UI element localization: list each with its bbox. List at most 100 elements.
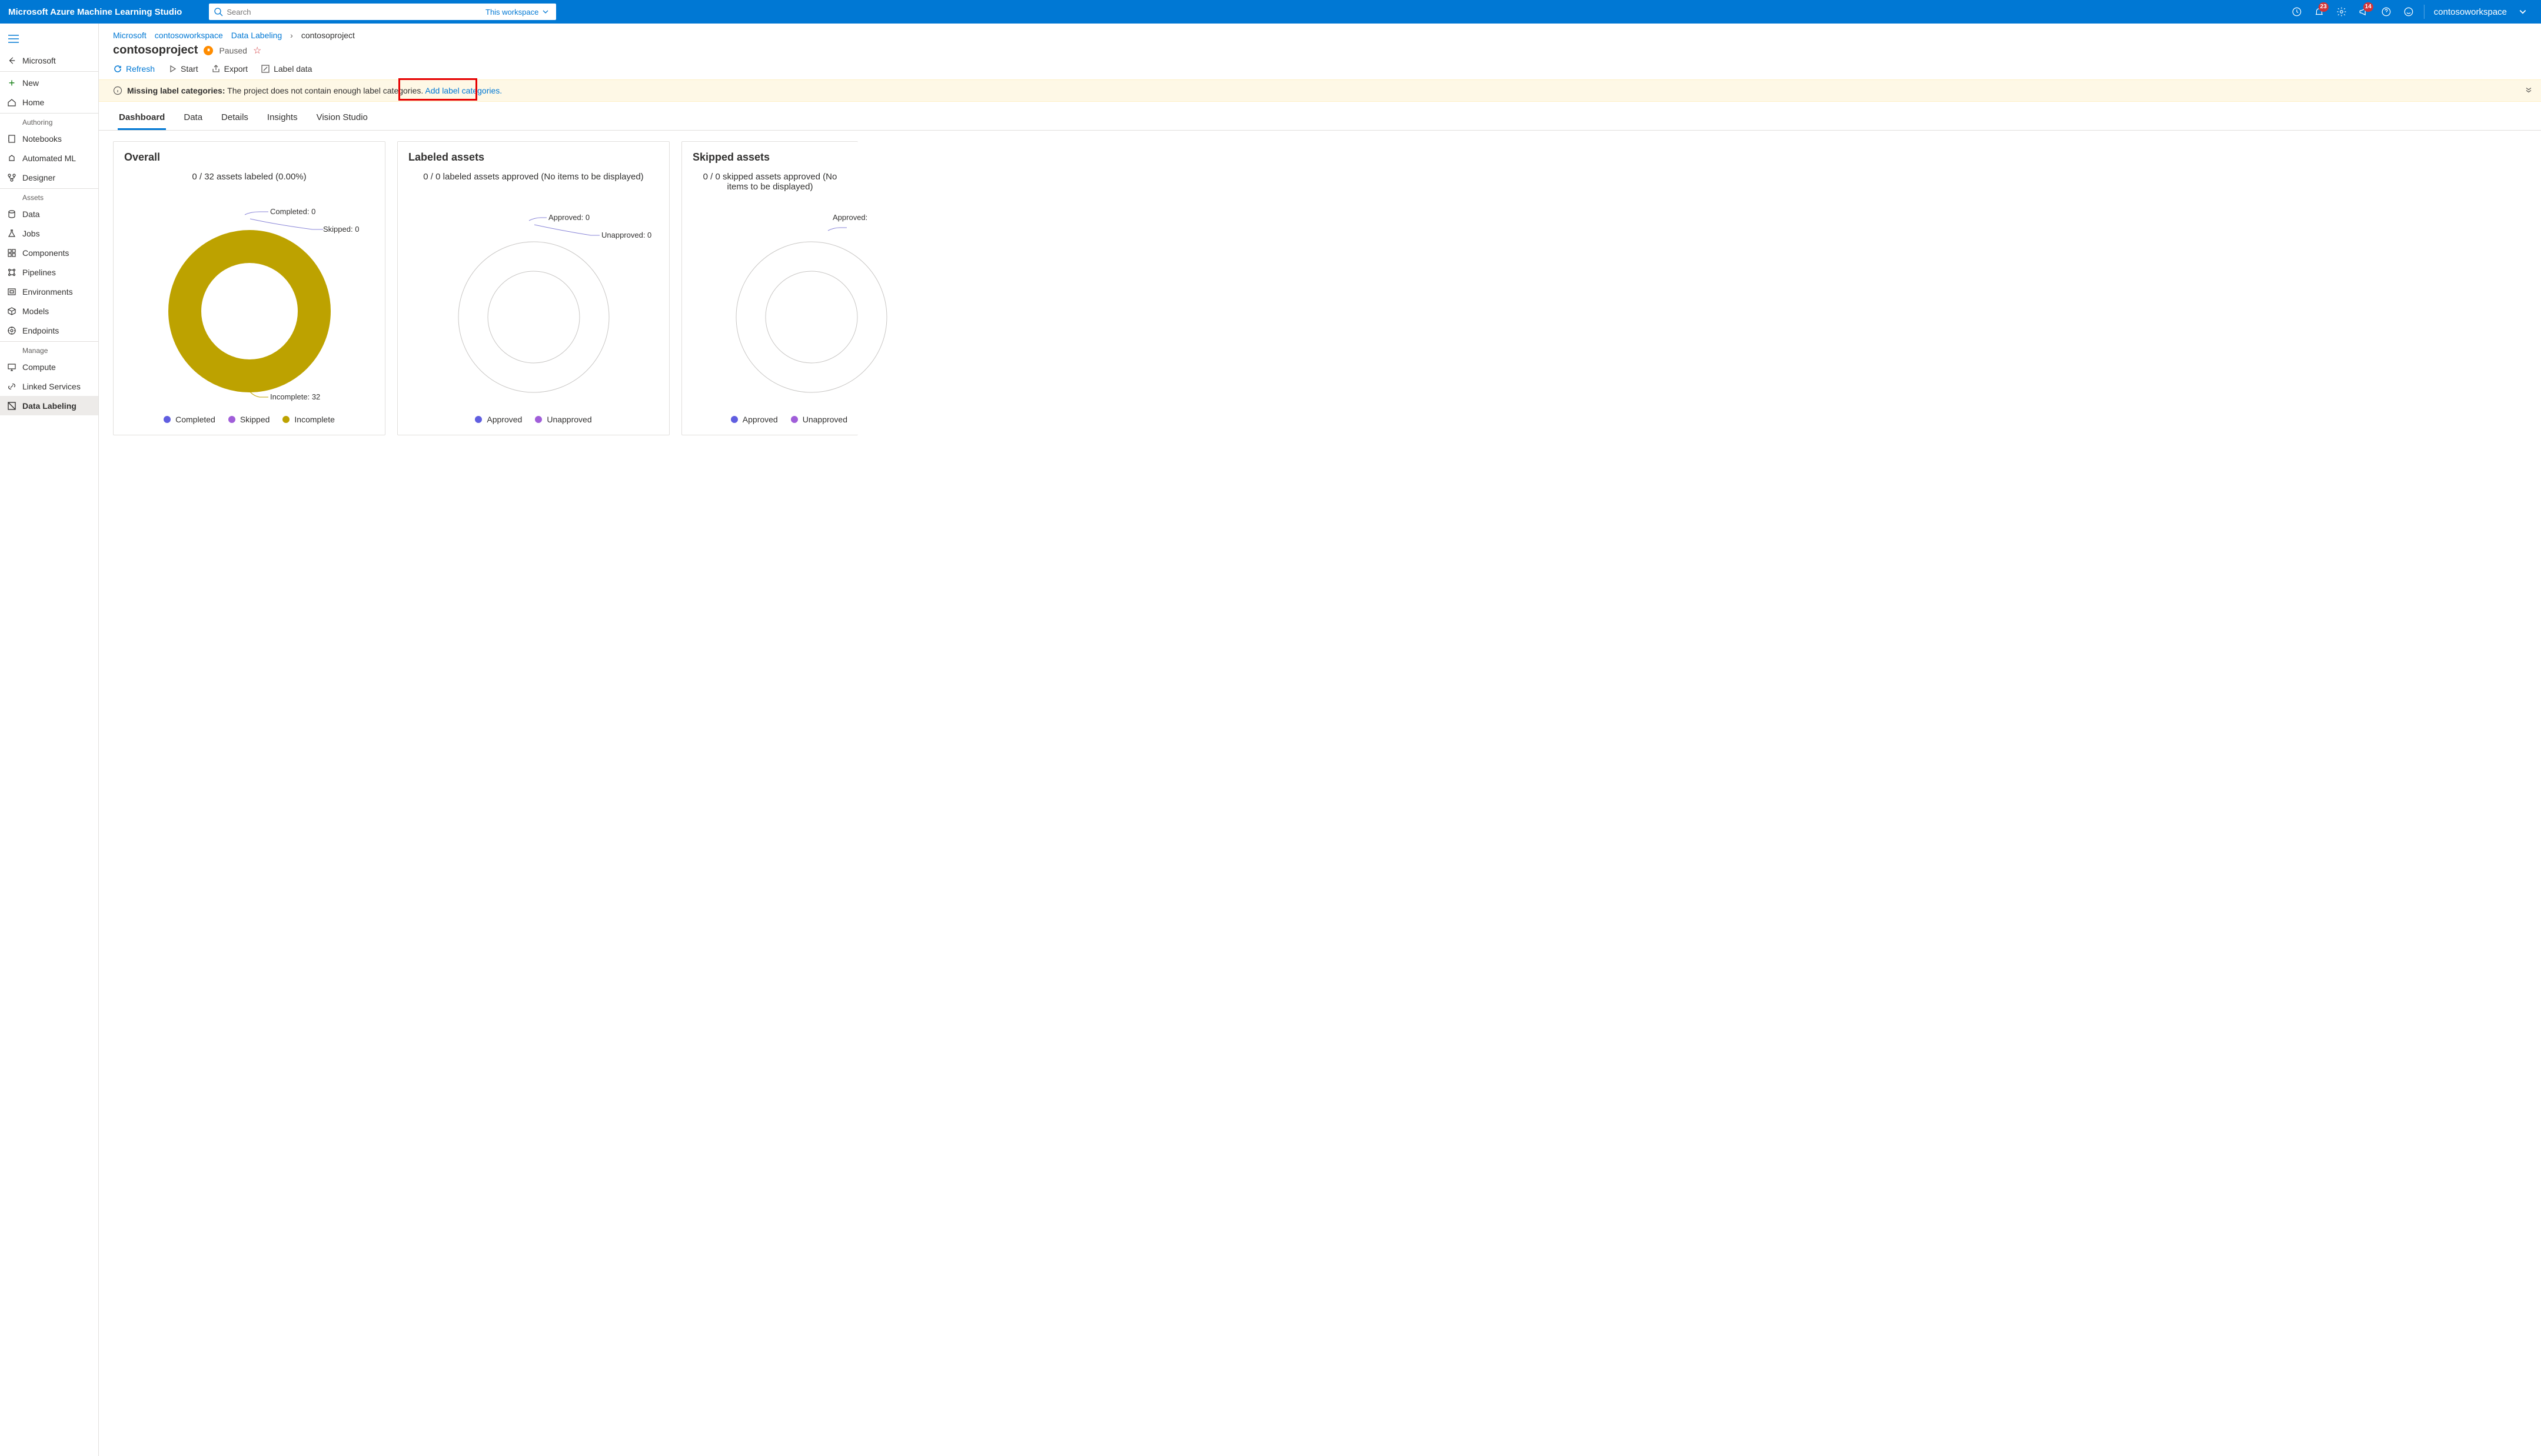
sidebar-new[interactable]: + New [0,73,98,92]
search-input[interactable] [223,8,482,16]
breadcrumb-link-workspace[interactable]: contosoworkspace [155,31,223,40]
label-icon [261,64,270,74]
automl-icon [7,154,16,163]
sidebar-toggle[interactable] [0,27,98,51]
global-search[interactable]: This workspace [209,4,556,20]
banner-message: The project does not contain enough labe… [227,86,423,95]
sidebar-endpoints[interactable]: Endpoints [0,321,98,340]
tab-data[interactable]: Data [182,109,204,130]
sidebar-item-label: Notebooks [22,134,62,144]
sidebar: Microsoft + New Home Authoring Notebooks… [0,24,99,1456]
sidebar-data-labeling[interactable]: Data Labeling [0,396,98,415]
search-scope-dropdown[interactable]: This workspace [482,7,551,17]
search-icon [214,7,223,16]
directory-badge: 14 [2363,2,2373,12]
pause-icon: ⏸ [204,46,213,55]
smiley-icon [2403,6,2414,17]
labeling-icon [7,401,16,411]
environment-icon [7,287,16,296]
callout-completed: Completed: 0 [270,207,315,216]
double-chevron-icon [2525,86,2533,94]
pipeline-icon [7,268,16,277]
settings-button[interactable] [2331,0,2352,24]
tab-vision-studio[interactable]: Vision Studio [315,109,369,130]
breadcrumb: Microsoft contosoworkspace Data Labeling… [99,24,2541,42]
notebook-icon [7,134,16,144]
info-icon [113,86,122,95]
card-title: Overall [124,151,374,164]
card-subtitle: 0 / 0 labeled assets approved (No items … [408,172,658,198]
cmd-label: Refresh [126,64,155,74]
sidebar-item-label: Compute [22,362,56,372]
card-subtitle: 0 / 32 assets labeled (0.00%) [124,172,374,198]
gear-icon [2336,6,2347,17]
sidebar-group-authoring: Authoring [0,115,98,129]
banner-collapse[interactable] [2525,86,2533,96]
start-button[interactable]: Start [168,64,198,74]
hamburger-icon [8,35,19,43]
chevron-right-icon: › [290,31,293,40]
recent-button[interactable] [2286,0,2307,24]
favorite-button[interactable]: ☆ [253,45,261,56]
sidebar-compute[interactable]: Compute [0,357,98,377]
sidebar-item-label: Endpoints [22,326,59,335]
data-icon [7,209,16,219]
directory-button[interactable]: 14 [2353,0,2374,24]
sidebar-pipelines[interactable]: Pipelines [0,262,98,282]
sidebar-notebooks[interactable]: Notebooks [0,129,98,148]
sidebar-item-label: Jobs [22,229,40,238]
sidebar-item-label: Models [22,306,49,316]
tab-details[interactable]: Details [220,109,250,130]
sidebar-back[interactable]: Microsoft [0,51,98,70]
page-titlebar: contosoproject ⏸ Paused ☆ [99,42,2541,61]
components-icon [7,248,16,258]
sidebar-item-label: Home [22,98,44,107]
question-icon [2381,6,2392,17]
refresh-button[interactable]: Refresh [113,64,155,74]
sidebar-item-label: Designer [22,173,55,182]
export-button[interactable]: Export [211,64,248,74]
tab-bar: Dashboard Data Details Insights Vision S… [99,102,2541,131]
card-overall: Overall 0 / 32 assets labeled (0.00%) Co [113,141,385,435]
cmd-label: Start [181,64,198,74]
back-arrow-icon [7,56,16,65]
breadcrumb-link-labeling[interactable]: Data Labeling [231,31,282,40]
workspace-name: contosoworkspace [2429,7,2512,17]
callout-approved: Approved: [833,213,867,222]
legend-item: Skipped [228,415,270,424]
warning-banner: Missing label categories: The project do… [99,79,2541,102]
callout-approved: Approved: 0 [548,213,590,222]
sidebar-item-label: Environments [22,287,73,296]
sidebar-item-label: Components [22,248,69,258]
legend: Approved Unapproved [408,409,658,424]
notifications-button[interactable]: 23 [2309,0,2330,24]
legend: Approved Unapproved [693,409,847,424]
sidebar-linked-services[interactable]: Linked Services [0,377,98,396]
card-title: Labeled assets [408,151,658,164]
tab-insights[interactable]: Insights [266,109,299,130]
sidebar-models[interactable]: Models [0,301,98,321]
breadcrumb-current: contosoproject [301,31,355,40]
chevron-down-icon [542,8,549,15]
legend-item: Approved [475,415,522,424]
sidebar-automl[interactable]: Automated ML [0,148,98,168]
sidebar-designer[interactable]: Designer [0,168,98,187]
sidebar-components[interactable]: Components [0,243,98,262]
sidebar-home[interactable]: Home [0,92,98,112]
workspace-switcher[interactable] [2513,8,2533,16]
tab-dashboard[interactable]: Dashboard [118,109,166,130]
sidebar-group-assets: Assets [0,190,98,204]
sidebar-jobs[interactable]: Jobs [0,224,98,243]
header-actions: 23 14 contosoworkspace [2286,0,2533,24]
breadcrumb-link-microsoft[interactable]: Microsoft [113,31,147,40]
product-title: Microsoft Azure Machine Learning Studio [8,7,182,17]
sidebar-item-label: Linked Services [22,382,81,391]
add-label-categories-link[interactable]: Add label categories. [425,86,502,95]
sidebar-data[interactable]: Data [0,204,98,224]
help-button[interactable] [2376,0,2397,24]
label-data-button[interactable]: Label data [261,64,312,74]
sidebar-environments[interactable]: Environments [0,282,98,301]
feedback-button[interactable] [2398,0,2419,24]
sidebar-item-label: Pipelines [22,268,56,277]
global-header: Microsoft Azure Machine Learning Studio … [0,0,2541,24]
